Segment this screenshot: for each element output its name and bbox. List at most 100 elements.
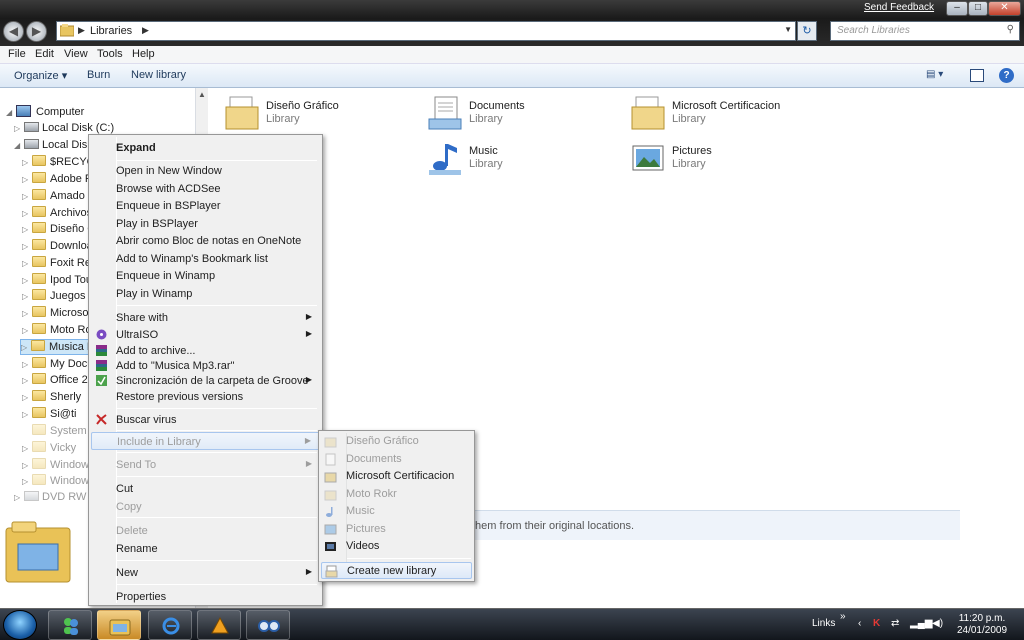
library-item-pictures[interactable]: Pictures Library <box>630 140 820 182</box>
help-button[interactable]: ? <box>999 68 1014 83</box>
menu-item-properties[interactable]: Properties <box>91 588 320 606</box>
system-clock[interactable]: 11:20 p.m. 24/01/2009 <box>952 613 1012 637</box>
menu-help[interactable]: Help <box>132 48 155 60</box>
expand-arrow-icon[interactable]: ▷ <box>22 276 32 285</box>
search-icon[interactable]: ⚲ <box>1007 24 1014 35</box>
menu-edit[interactable]: Edit <box>35 48 54 60</box>
menu-item-enqueue-winamp[interactable]: Enqueue in Winamp <box>91 267 320 285</box>
expand-arrow-icon[interactable]: ▷ <box>22 242 32 251</box>
menu-item-copy[interactable]: Copy <box>91 498 320 516</box>
submenu-item-documents[interactable]: Documents <box>321 451 472 468</box>
menu-item-send-to[interactable]: Send To ▶ <box>91 456 320 474</box>
expand-arrow-icon[interactable]: ▷ <box>22 376 32 385</box>
links-toolbar[interactable]: Links <box>812 618 835 629</box>
menu-item-new[interactable]: New ▶ <box>91 564 320 582</box>
minimize-button[interactable]: – <box>946 1 968 16</box>
submenu-item-moto-rokr[interactable]: Moto Rokr <box>321 486 472 503</box>
breadcrumb-separator[interactable]: ▶ <box>78 25 85 36</box>
preview-pane-button[interactable] <box>970 69 984 82</box>
tree-item-computer[interactable]: ◢ Computer <box>6 105 192 121</box>
expand-arrow-icon[interactable]: ▷ <box>22 209 32 218</box>
submenu-item-music[interactable]: Music <box>321 503 472 520</box>
expand-arrow-icon[interactable]: ▷ <box>22 461 32 470</box>
expand-arrow-icon[interactable]: ▷ <box>22 292 32 301</box>
expand-arrow-icon[interactable]: ▷ <box>22 225 32 234</box>
expand-arrow-icon[interactable]: ▷ <box>22 326 32 335</box>
taskbar-messenger-button[interactable] <box>48 610 92 640</box>
collapse-arrow-icon[interactable]: ◢ <box>6 108 16 117</box>
expand-arrow-icon[interactable]: ▷ <box>22 477 32 486</box>
menu-item-share-with[interactable]: Share with ▶ <box>91 309 320 327</box>
change-view-button[interactable]: ▤ ▾ <box>926 69 954 83</box>
menu-item-rename[interactable]: Rename <box>91 540 320 558</box>
submenu-item-create-new-library[interactable]: Create new library <box>321 562 472 579</box>
menu-tools[interactable]: Tools <box>97 48 123 60</box>
menu-view[interactable]: View <box>64 48 88 60</box>
expand-arrow-icon[interactable]: ▷ <box>22 158 32 167</box>
menu-item-include-in-library[interactable]: Include in Library ▶ <box>91 432 320 450</box>
burn-button[interactable]: Burn <box>87 69 110 81</box>
taskbar-explorer-button[interactable] <box>97 610 141 640</box>
expand-arrow-icon[interactable]: ▷ <box>22 393 32 402</box>
expand-arrow-icon[interactable]: ▷ <box>22 410 32 419</box>
breadcrumb-libraries[interactable]: Libraries <box>90 25 132 37</box>
expand-arrow-icon[interactable]: ▷ <box>21 343 31 352</box>
send-feedback-link[interactable]: Send Feedback <box>864 2 940 16</box>
maximize-button[interactable]: □ <box>968 1 988 16</box>
expand-arrow-icon[interactable]: ▷ <box>22 259 32 268</box>
refresh-button[interactable]: ↻ <box>797 21 817 41</box>
info-text: them from their original locations. <box>472 520 635 532</box>
menu-item-delete[interactable]: Delete <box>91 522 320 540</box>
expand-arrow-icon[interactable]: ▷ <box>22 175 32 184</box>
address-dropdown-icon[interactable]: ▼ <box>784 25 792 34</box>
forward-button[interactable]: ▶ <box>26 21 47 42</box>
expand-arrow-icon[interactable]: ▷ <box>22 444 32 453</box>
menu-item-buscar-virus[interactable]: Buscar virus <box>91 411 320 429</box>
tray-network-icon[interactable]: ▂▄▆ <box>910 618 932 629</box>
taskbar-app-button[interactable] <box>246 610 290 640</box>
menu-item-onenote[interactable]: Abrir como Bloc de notas en OneNote <box>91 232 320 250</box>
submenu-item-videos[interactable]: Videos <box>321 538 472 555</box>
submenu-item-label: Moto Rokr <box>346 488 397 500</box>
library-item-microsoft-certificacion[interactable]: Microsoft Certificacion Library <box>630 95 820 137</box>
menu-item-restore-versions[interactable]: Restore previous versions <box>91 388 320 406</box>
new-library-button[interactable]: New library <box>131 69 186 81</box>
menu-item-browse-acdsee[interactable]: Browse with ACDSee <box>91 180 320 198</box>
submenu-item-pictures[interactable]: Pictures <box>321 521 472 538</box>
tray-expand-icon[interactable]: ‹ <box>858 618 861 629</box>
menu-item-expand[interactable]: Expand <box>91 139 320 157</box>
back-button[interactable]: ◀ <box>3 21 24 42</box>
start-button[interactable] <box>3 610 37 640</box>
taskbar-winamp-button[interactable] <box>197 610 241 640</box>
submenu-arrow-icon: ▶ <box>305 375 312 384</box>
submenu-item-microsoft-certificacion[interactable]: Microsoft Certificacion <box>321 468 472 485</box>
expand-arrow-icon[interactable]: ▷ <box>14 124 24 133</box>
submenu-item-diseno-grafico[interactable]: Diseño Gráfico <box>321 433 472 450</box>
expand-arrow-icon[interactable]: ▷ <box>22 192 32 201</box>
library-item-music[interactable]: Music Library <box>427 140 617 182</box>
library-item-documents[interactable]: Documents Library <box>427 95 617 137</box>
organize-button[interactable]: Organize ▾ <box>14 69 67 82</box>
taskbar-ie-button[interactable] <box>148 610 192 640</box>
menu-item-play-bsplayer[interactable]: Play in BSPlayer <box>91 215 320 233</box>
close-button[interactable]: ✕ <box>988 1 1021 16</box>
scroll-up-icon[interactable]: ▲ <box>198 90 206 99</box>
menu-item-winamp-bookmark[interactable]: Add to Winamp's Bookmark list <box>91 250 320 268</box>
expand-arrow-icon[interactable]: ▷ <box>22 360 32 369</box>
collapse-arrow-icon[interactable]: ◢ <box>14 141 24 150</box>
address-bar[interactable]: ▶ Libraries ▶ ▼ <box>56 21 796 41</box>
search-input[interactable]: Search Libraries ⚲ <box>830 21 1020 41</box>
links-chevron-icon[interactable]: » <box>840 611 846 622</box>
tray-sync-icon[interactable]: ⇄ <box>891 618 899 629</box>
expand-arrow-icon[interactable]: ▷ <box>14 493 24 502</box>
library-item-diseno-grafico[interactable]: Diseño Gráfico Library <box>224 95 414 137</box>
breadcrumb-separator[interactable]: ▶ <box>142 25 149 36</box>
menu-file[interactable]: File <box>8 48 26 60</box>
menu-item-cut[interactable]: Cut <box>91 480 320 498</box>
tray-antivirus-icon[interactable]: K <box>873 618 880 629</box>
tray-volume-icon[interactable]: ◀) <box>932 618 943 629</box>
expand-arrow-icon[interactable]: ▷ <box>22 309 32 318</box>
menu-item-play-winamp[interactable]: Play in Winamp <box>91 285 320 303</box>
menu-item-open-new-window[interactable]: Open in New Window <box>91 162 320 180</box>
menu-item-enqueue-bsplayer[interactable]: Enqueue in BSPlayer <box>91 197 320 215</box>
